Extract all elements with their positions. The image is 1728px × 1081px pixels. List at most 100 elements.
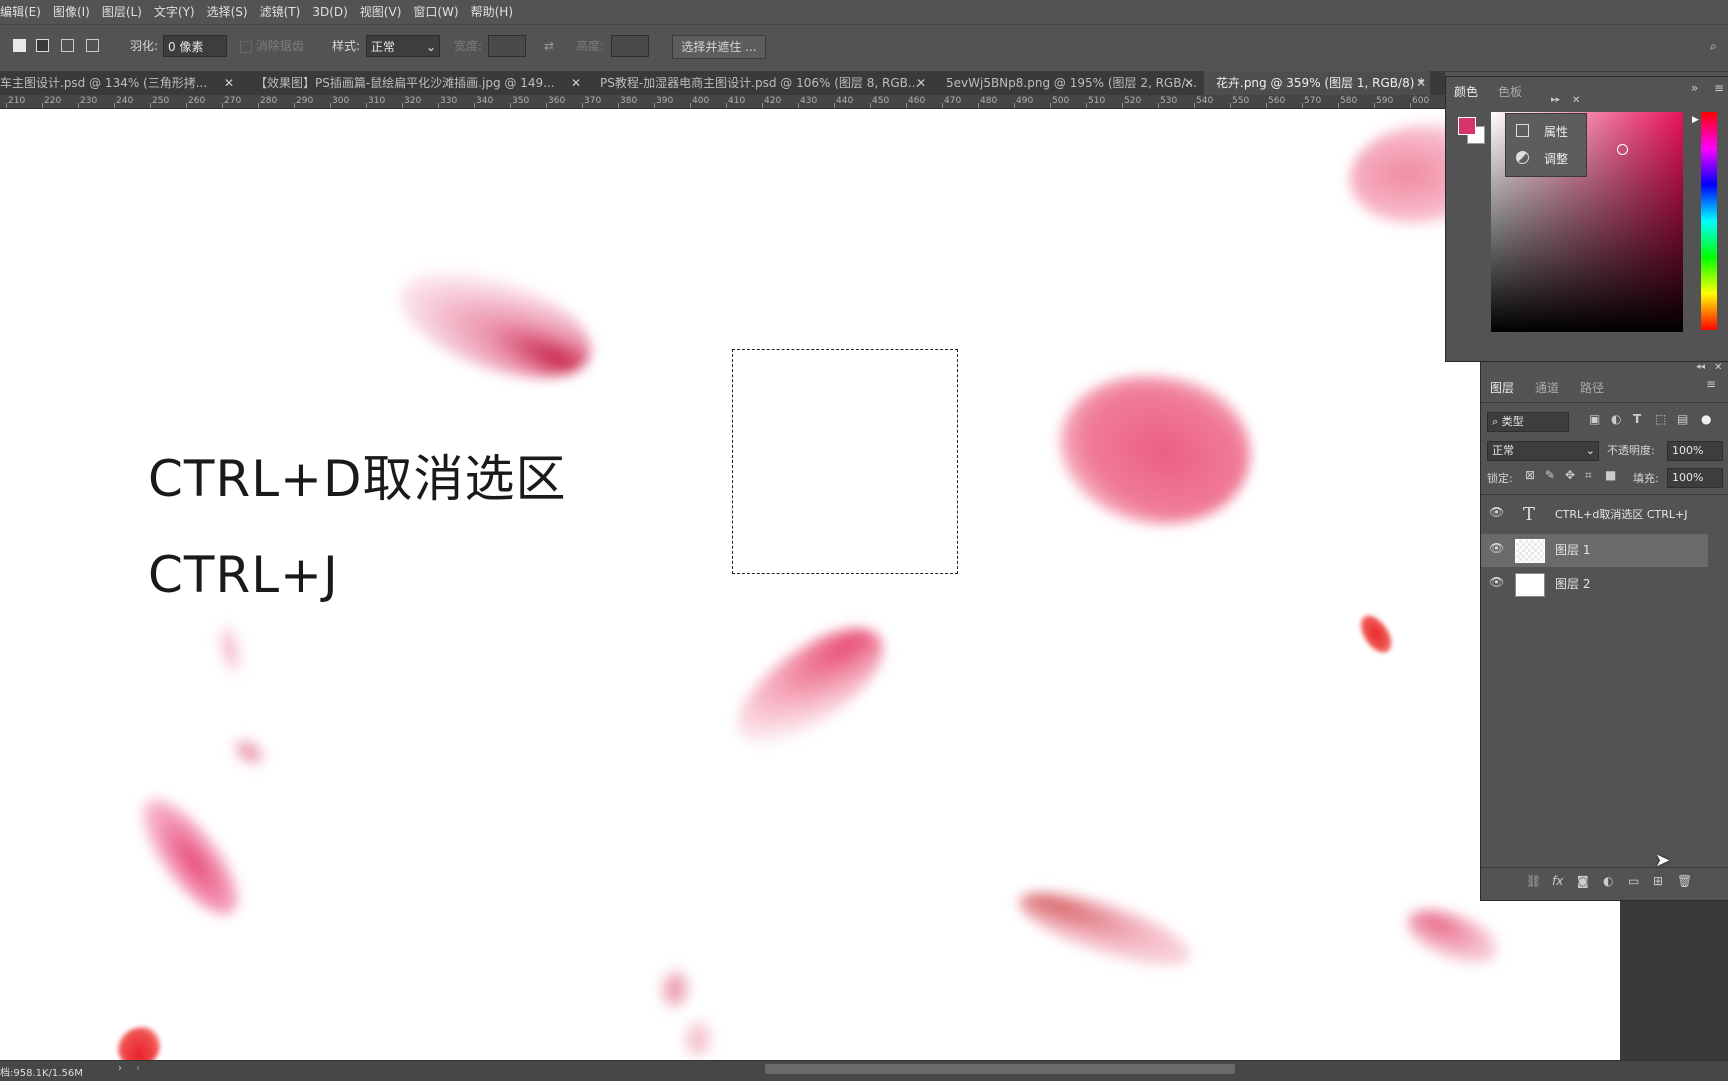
close-icon[interactable]: ✕ — [224, 71, 234, 95]
hue-slider-handle[interactable]: ▶ — [1692, 115, 1699, 125]
close-icon[interactable]: ✕ — [1416, 71, 1426, 95]
ruler-label: 350 — [512, 96, 530, 106]
ruler-label: 310 — [368, 96, 386, 106]
blend-mode-value: 正常 — [1492, 444, 1514, 457]
lock-brush-icon[interactable]: ✎ — [1545, 468, 1555, 482]
filter-toggle-icon[interactable]: ● — [1701, 412, 1711, 426]
layer-row-text[interactable]: 👁 T CTRL+d取消选区 CTRL+J — [1481, 498, 1708, 531]
ruler-label: 570 — [1304, 96, 1322, 106]
layer-name[interactable]: CTRL+d取消选区 CTRL+J — [1555, 498, 1688, 531]
panel-menu-icon[interactable]: ≡ — [1714, 81, 1724, 95]
width-input[interactable] — [488, 35, 526, 57]
tab-doc-4[interactable]: 5evWj5BNp8.png @ 195% (图层 2, RGB/... ✕ — [946, 71, 1198, 95]
delete-layer-icon[interactable]: 🗑 — [1677, 874, 1692, 888]
new-group-icon[interactable]: ▭ — [1628, 874, 1639, 888]
layer-name[interactable]: 图层 1 — [1555, 534, 1590, 567]
intersect-selection-icon[interactable] — [86, 39, 99, 52]
feather-input[interactable]: 0 像素 — [163, 35, 227, 57]
tab-doc-2[interactable]: 【效果图】PS插画篇-鼠绘扁平化沙滩插画.jpg @ 149... ✕ — [255, 71, 585, 95]
properties-icon[interactable] — [1516, 124, 1529, 137]
menu-select[interactable]: 选择(S) — [201, 0, 254, 24]
lock-artboard-icon[interactable]: ⌗ — [1585, 468, 1592, 483]
add-mask-icon[interactable]: ◙ — [1577, 874, 1589, 888]
lock-all-icon[interactable]: ■ — [1605, 468, 1616, 482]
close-icon[interactable]: ✕ — [571, 71, 581, 95]
style-value: 正常 — [371, 40, 396, 54]
hue-slider[interactable] — [1701, 112, 1717, 330]
marquee-selection[interactable] — [732, 349, 958, 574]
adjustments-icon[interactable] — [1516, 151, 1529, 164]
fill-input[interactable]: 100% — [1667, 468, 1723, 488]
close-icon[interactable]: ✕ — [1184, 71, 1194, 95]
filter-adjustment-icon[interactable]: ◐ — [1611, 412, 1621, 426]
menu-view[interactable]: 视图(V) — [354, 0, 408, 24]
ruler-tick — [1158, 103, 1159, 108]
subtract-selection-icon[interactable] — [61, 39, 74, 52]
lock-transparent-icon[interactable]: ⊠ — [1525, 468, 1535, 482]
ruler-tick — [150, 103, 151, 108]
color-picker-cursor[interactable] — [1617, 144, 1628, 155]
tab-doc-5[interactable]: 花卉.png @ 359% (图层 1, RGB/8) * ✕ — [1204, 71, 1430, 95]
menu-layer[interactable]: 图层(L) — [96, 0, 148, 24]
ruler-tick — [1194, 103, 1195, 108]
fx-icon[interactable]: fx — [1552, 874, 1563, 888]
style-select[interactable]: 正常 ⌄ — [366, 35, 440, 57]
tab-color[interactable]: 颜色 — [1454, 83, 1478, 100]
ruler-label: 450 — [872, 96, 890, 106]
eye-icon[interactable]: 👁 — [1489, 505, 1504, 519]
filter-type-icon[interactable]: T — [1633, 412, 1641, 426]
scroll-left-icon[interactable]: ‹ — [136, 1063, 140, 1074]
petal-image — [127, 783, 253, 930]
tab-channels[interactable]: 通道 — [1535, 379, 1559, 396]
tab-doc-1[interactable]: 车主图设计.psd @ 134% (三角形拷... ✕ — [0, 71, 238, 95]
properties-item[interactable]: 属性 — [1544, 123, 1568, 140]
filter-smart-object-icon[interactable]: ▤ — [1677, 412, 1688, 426]
adjustments-item[interactable]: 调整 — [1544, 150, 1568, 167]
new-selection-icon[interactable] — [13, 39, 26, 52]
lock-move-icon[interactable]: ✥ — [1565, 468, 1575, 482]
menu-filter[interactable]: 滤镜(T) — [254, 0, 307, 24]
canvas-text-ctrl-d: CTRL+D取消选区 — [148, 450, 567, 508]
eye-icon[interactable]: 👁 — [1489, 575, 1504, 589]
search-icon[interactable]: ⌕ — [1710, 35, 1717, 57]
new-adjustment-icon[interactable]: ◐ — [1603, 874, 1613, 888]
tab-doc-3[interactable]: PS教程-加湿器电商主图设计.psd @ 106% (图层 8, RGB... ✕ — [600, 71, 930, 95]
tab-swatches[interactable]: 色板 — [1498, 83, 1522, 100]
blend-mode-select[interactable]: 正常 ⌄ — [1487, 441, 1599, 461]
filter-pixel-icon[interactable]: ▣ — [1589, 412, 1600, 426]
height-input[interactable] — [611, 35, 649, 57]
antialias-checkbox[interactable]: 消除锯齿 — [240, 35, 304, 57]
collapse-icon[interactable]: » — [1691, 81, 1698, 95]
new-layer-icon[interactable]: ⊞ — [1653, 874, 1663, 888]
menu-image[interactable]: 图像(I) — [47, 0, 96, 24]
menu-help[interactable]: 帮助(H) — [465, 0, 519, 24]
divider — [1481, 494, 1728, 495]
link-layers-icon[interactable]: ⛓ — [1526, 874, 1541, 888]
close-icon[interactable]: ✕ — [916, 71, 926, 95]
panel-menu-icon[interactable]: ≡ — [1706, 377, 1716, 391]
swap-icon[interactable]: ⇄ — [544, 35, 554, 57]
eye-icon[interactable]: 👁 — [1489, 541, 1504, 555]
filter-shape-icon[interactable]: ⬚ — [1655, 412, 1666, 426]
document-canvas[interactable]: CTRL+D取消选区 CTRL+J — [0, 109, 1620, 1060]
layer-row-selected[interactable]: 👁 图层 1 — [1481, 534, 1708, 567]
add-selection-icon[interactable] — [36, 39, 49, 52]
menu-window[interactable]: 窗口(W) — [407, 0, 464, 24]
layer-name[interactable]: 图层 2 — [1555, 568, 1590, 601]
panel-close-icon[interactable]: ✕ — [1714, 362, 1722, 373]
horizontal-scrollbar[interactable] — [765, 1064, 1235, 1074]
layer-row[interactable]: 👁 图层 2 — [1481, 568, 1708, 601]
menu-3d[interactable]: 3D(D) — [306, 0, 353, 24]
status-menu-icon[interactable]: › — [118, 1063, 122, 1074]
panel-collapse-icon[interactable]: ◂◂ — [1696, 362, 1705, 372]
tab-layers[interactable]: 图层 — [1490, 379, 1514, 396]
popup-close-icon[interactable]: ✕ — [1572, 95, 1580, 106]
tab-paths[interactable]: 路径 — [1580, 379, 1604, 396]
popup-collapse-icon[interactable]: ▸▸ — [1551, 95, 1560, 105]
menu-edit[interactable]: 编辑(E) — [0, 0, 47, 24]
menu-type[interactable]: 文字(Y) — [148, 0, 201, 24]
foreground-color-swatch[interactable] — [1458, 117, 1476, 135]
opacity-input[interactable]: 100% — [1667, 441, 1723, 461]
layer-filter-select[interactable]: ⌕ 类型 — [1487, 412, 1569, 432]
select-and-mask-button[interactable]: 选择并遮住 ... — [672, 35, 766, 59]
